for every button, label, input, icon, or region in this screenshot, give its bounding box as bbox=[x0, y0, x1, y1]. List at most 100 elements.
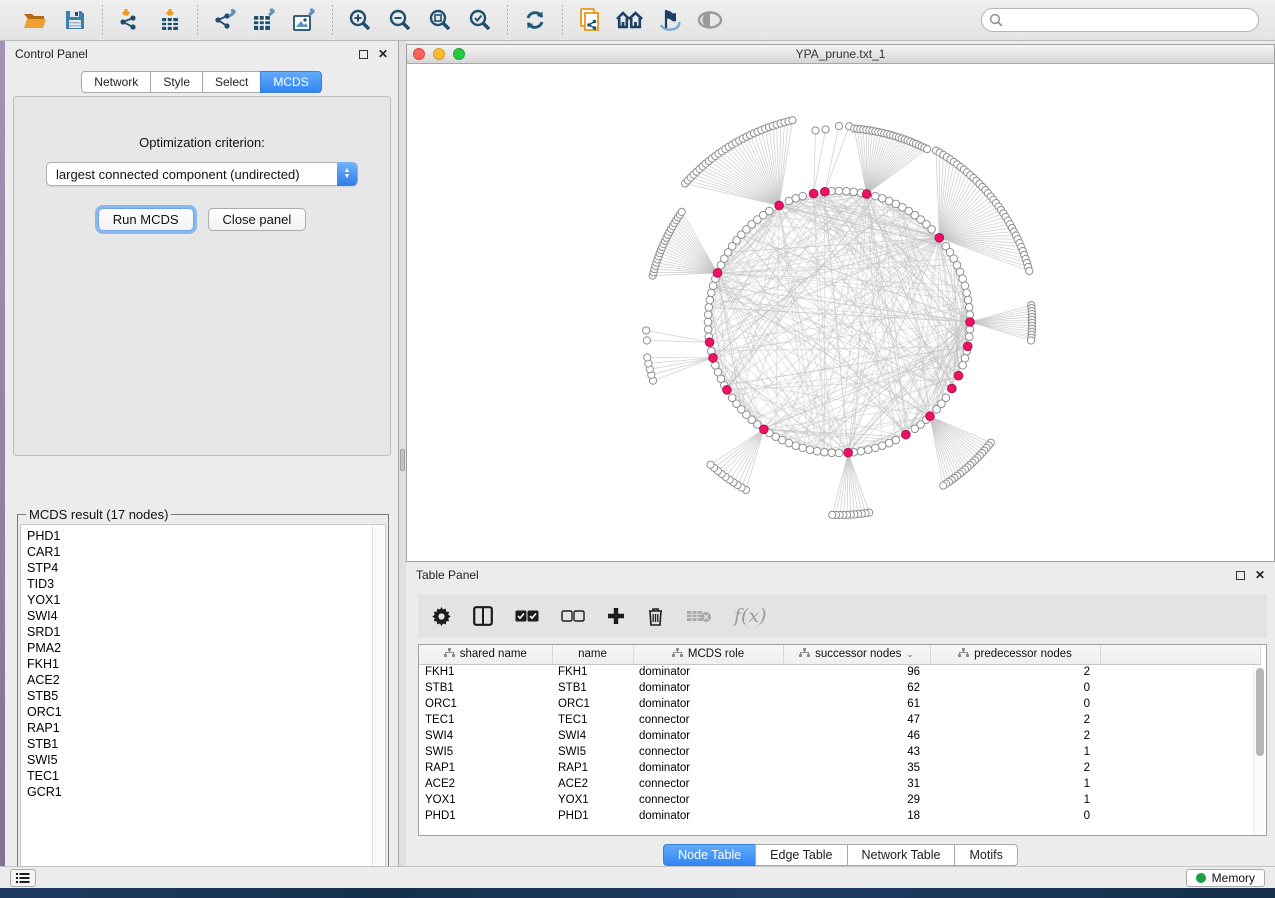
graph-node[interactable] bbox=[766, 207, 774, 215]
graph-node[interactable] bbox=[864, 446, 872, 454]
table-row[interactable]: RAP1RAP1dominator352 bbox=[419, 760, 1261, 776]
close-panel-button[interactable]: Close panel bbox=[208, 208, 307, 231]
graph-hub-node[interactable] bbox=[902, 430, 911, 439]
split-view-icon[interactable] bbox=[473, 606, 493, 626]
graph-hub-node[interactable] bbox=[948, 384, 957, 393]
graph-node[interactable] bbox=[707, 289, 715, 297]
tab-network-table[interactable]: Network Table bbox=[847, 844, 955, 866]
graph-hub-node[interactable] bbox=[713, 269, 722, 278]
graph-leaf-node[interactable] bbox=[940, 482, 947, 489]
graph-node[interactable] bbox=[964, 296, 972, 304]
float-panel-icon[interactable] bbox=[359, 50, 368, 59]
table-scrollbar[interactable] bbox=[1253, 666, 1264, 834]
graph-node[interactable] bbox=[813, 447, 821, 455]
graph-hub-node[interactable] bbox=[809, 189, 818, 198]
result-scrollbar[interactable] bbox=[372, 526, 384, 874]
export-image-icon[interactable] bbox=[288, 4, 322, 36]
graph-node[interactable] bbox=[706, 296, 714, 304]
mcds-result-item[interactable]: SRD1 bbox=[27, 624, 385, 640]
mcds-result-item[interactable]: TEC1 bbox=[27, 768, 385, 784]
mcds-result-item[interactable]: SWI5 bbox=[27, 752, 385, 768]
tab-motifs[interactable]: Motifs bbox=[954, 844, 1017, 866]
splitter-grip[interactable] bbox=[400, 449, 405, 471]
graph-node[interactable] bbox=[959, 361, 967, 369]
graph-hub-node[interactable] bbox=[709, 354, 718, 363]
close-panel-icon[interactable]: ✕ bbox=[378, 48, 388, 60]
graph-leaf-node[interactable] bbox=[789, 117, 796, 124]
mcds-result-item[interactable]: FKH1 bbox=[27, 656, 385, 672]
mcds-result-item[interactable]: GCR1 bbox=[27, 784, 385, 800]
close-table-panel-icon[interactable]: ✕ bbox=[1255, 569, 1265, 581]
sessions-home-icon[interactable] bbox=[613, 4, 647, 36]
tab-style[interactable]: Style bbox=[150, 71, 202, 93]
run-mcds-button[interactable]: Run MCDS bbox=[98, 208, 194, 231]
zoom-out-icon[interactable] bbox=[383, 4, 417, 36]
graph-hub-node[interactable] bbox=[775, 201, 784, 210]
graph-node[interactable] bbox=[963, 289, 971, 297]
graph-node[interactable] bbox=[857, 447, 865, 455]
add-column-icon[interactable] bbox=[607, 607, 625, 625]
mcds-result-item[interactable]: ORC1 bbox=[27, 704, 385, 720]
tab-node-table[interactable]: Node Table bbox=[663, 844, 755, 866]
delete-column-icon[interactable] bbox=[647, 606, 664, 626]
zoom-fit-icon[interactable] bbox=[423, 4, 457, 36]
graph-leaf-node[interactable] bbox=[707, 461, 714, 468]
table-row[interactable]: ACE2ACE2connector311 bbox=[419, 776, 1261, 792]
graph-node[interactable] bbox=[850, 188, 858, 196]
graph-leaf-node[interactable] bbox=[829, 511, 836, 518]
column-header-predecessor-nodes[interactable]: predecessor nodes bbox=[930, 645, 1100, 664]
select-all-icon[interactable] bbox=[515, 610, 539, 622]
import-network-icon[interactable] bbox=[113, 4, 147, 36]
table-row[interactable]: SWI4SWI4dominator462 bbox=[419, 728, 1261, 744]
table-row[interactable]: YOX1YOX1connector291 bbox=[419, 792, 1261, 808]
mcds-result-item[interactable]: YOX1 bbox=[27, 592, 385, 608]
mcds-result-item[interactable]: CAR1 bbox=[27, 544, 385, 560]
graph-hub-node[interactable] bbox=[821, 187, 830, 196]
toggle-details-icon[interactable] bbox=[653, 4, 687, 36]
mcds-result-item[interactable]: SWI4 bbox=[27, 608, 385, 624]
new-network-icon[interactable] bbox=[573, 4, 607, 36]
graph-leaf-node[interactable] bbox=[1028, 337, 1035, 344]
sort-chevron-icon[interactable]: ⌄ bbox=[906, 649, 914, 660]
table-row[interactable]: FKH1FKH1dominator962 bbox=[419, 664, 1261, 680]
zoom-in-icon[interactable] bbox=[343, 4, 377, 36]
graph-node[interactable] bbox=[965, 333, 973, 341]
tab-mcds[interactable]: MCDS bbox=[260, 71, 321, 93]
graph-leaf-node[interactable] bbox=[835, 122, 842, 129]
graph-node[interactable] bbox=[959, 275, 967, 283]
graph-hub-node[interactable] bbox=[844, 448, 853, 457]
graph-node[interactable] bbox=[871, 444, 879, 452]
graph-hub-node[interactable] bbox=[935, 233, 944, 242]
automation-panel-icon[interactable] bbox=[10, 869, 36, 887]
network-canvas[interactable] bbox=[406, 64, 1275, 562]
column-header-shared-name[interactable]: shared name bbox=[419, 645, 552, 664]
mcds-result-item[interactable]: RAP1 bbox=[27, 720, 385, 736]
graph-node[interactable] bbox=[704, 326, 712, 334]
tab-network[interactable]: Network bbox=[81, 71, 150, 93]
mcds-result-item[interactable]: STB1 bbox=[27, 736, 385, 752]
graph-node[interactable] bbox=[911, 425, 919, 433]
graph-leaf-node[interactable] bbox=[923, 146, 930, 153]
graph-node[interactable] bbox=[806, 446, 814, 454]
mcds-result-item[interactable]: PHD1 bbox=[27, 528, 385, 544]
float-table-panel-icon[interactable] bbox=[1236, 571, 1245, 580]
graph-node[interactable] bbox=[965, 304, 973, 312]
mcds-result-item[interactable]: PMA2 bbox=[27, 640, 385, 656]
graph-hub-node[interactable] bbox=[963, 342, 972, 351]
export-network-icon[interactable] bbox=[208, 4, 242, 36]
criterion-select[interactable]: largest connected component (undirected)… bbox=[46, 162, 358, 186]
graph-hub-node[interactable] bbox=[723, 386, 732, 395]
column-header-successor-nodes[interactable]: successor nodes ⌄ bbox=[783, 645, 930, 664]
gear-icon[interactable] bbox=[432, 607, 451, 626]
tab-select[interactable]: Select bbox=[202, 71, 260, 93]
mcds-result-item[interactable]: STB5 bbox=[27, 688, 385, 704]
graph-hub-node[interactable] bbox=[954, 371, 963, 380]
graph-node[interactable] bbox=[878, 442, 886, 450]
graph-node[interactable] bbox=[704, 318, 712, 326]
export-table-icon[interactable] bbox=[248, 4, 282, 36]
graph-node[interactable] bbox=[828, 449, 836, 457]
graph-node[interactable] bbox=[835, 187, 843, 195]
deselect-all-icon[interactable] bbox=[561, 610, 585, 622]
table-scroll-thumb[interactable] bbox=[1256, 668, 1264, 756]
open-session-icon[interactable] bbox=[18, 4, 52, 36]
